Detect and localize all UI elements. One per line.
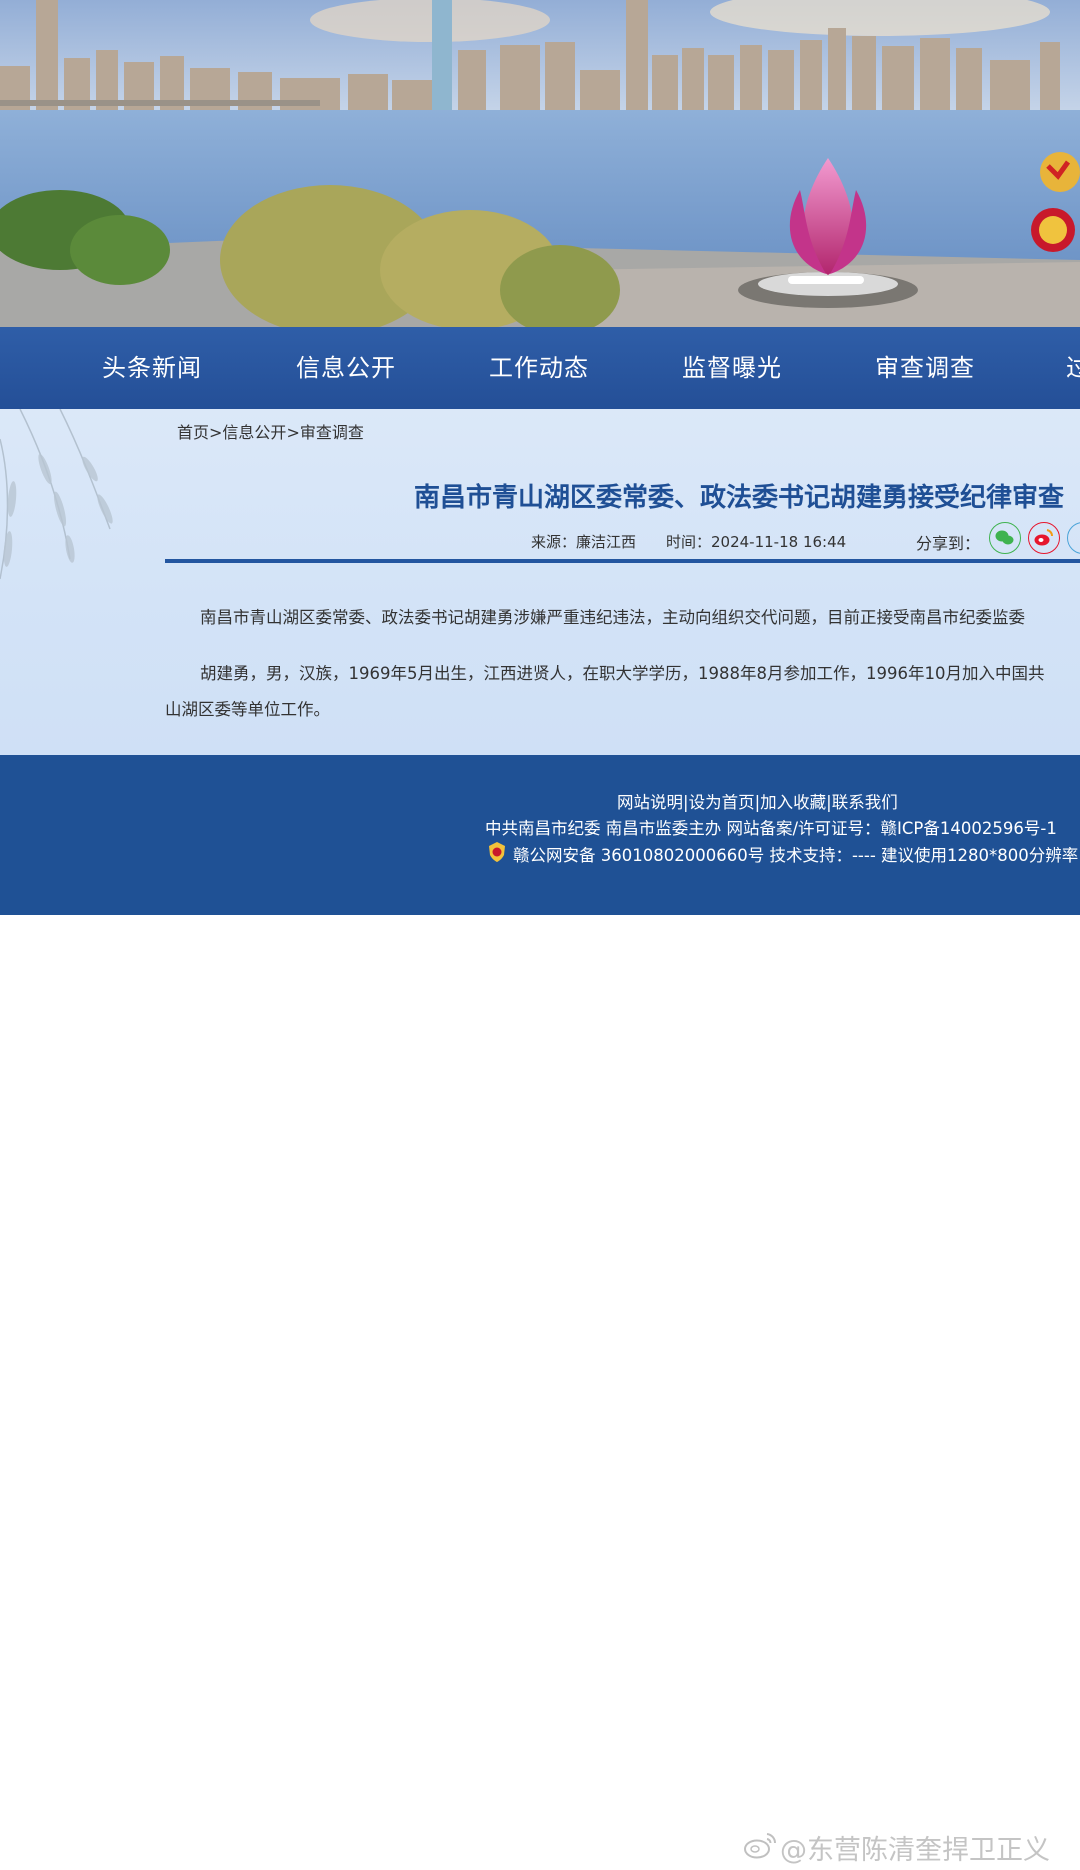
breadcrumb-section[interactable]: 信息公开 (222, 423, 286, 442)
article-area: 首页>信息公开>审查调查 南昌市青山湖区委常委、政法委书记胡建勇接受纪律审查 来… (0, 409, 1080, 755)
footer-public-security-record: 赣公网安备 36010802000660号 技术支持：---- 建议使用1280… (513, 846, 1079, 865)
breadcrumb-separator: > (286, 423, 300, 442)
title-divider (165, 559, 1080, 563)
article-source: 来源：廉洁江西 (531, 533, 637, 551)
share-label: 分享到： (916, 534, 981, 553)
nav-item-truncated[interactable]: 过 (1066, 327, 1080, 409)
article-paragraph-1: 南昌市青山湖区委常委、政法委书记胡建勇涉嫌严重违纪违法，主动向组织交代问题，目前… (200, 608, 1025, 627)
nav-item-supervision-exposure[interactable]: 监督曝光 (682, 327, 782, 409)
breadcrumb: 首页>信息公开>审查调查 (177, 419, 364, 443)
footer-sponsor-icp: 中共南昌市纪委 南昌市监委主办 网站备案/许可证号：赣ICP备14002596号… (485, 819, 1057, 838)
nav-item-info-disclosure[interactable]: 信息公开 (296, 327, 396, 409)
banner-cityscape-image (0, 0, 1080, 327)
wechat-icon[interactable] (989, 522, 1021, 554)
footer-link-add-favorite[interactable]: 加入收藏 (760, 793, 826, 812)
main-nav: 头条新闻 信息公开 工作动态 监督曝光 审查调查 过 (0, 327, 1080, 409)
nav-item-work-news[interactable]: 工作动态 (489, 327, 589, 409)
footer-link-site-info[interactable]: 网站说明 (617, 793, 683, 812)
footer-links: 网站说明|设为首页|加入收藏|联系我们 (617, 789, 898, 813)
watermark-text: @东营陈清奎捍卫正义 (780, 1835, 1050, 1866)
footer-link-contact-us[interactable]: 联系我们 (832, 793, 898, 812)
breadcrumb-current[interactable]: 审查调查 (300, 423, 364, 442)
willow-decoration (0, 409, 113, 580)
article-paragraph-2-continued: 山湖区委等单位工作。 (165, 700, 330, 719)
breadcrumb-home[interactable]: 首页 (177, 423, 209, 442)
footer-link-set-homepage[interactable]: 设为首页 (689, 793, 755, 812)
nav-item-headline-news[interactable]: 头条新闻 (102, 327, 202, 409)
share-more-icon[interactable] (1067, 522, 1080, 554)
article-paragraph-2: 胡建勇，男，汉族，1969年5月出生，江西进贤人，在职大学学历，1988年8月参… (200, 664, 1045, 683)
site-footer: 网站说明|设为首页|加入收藏|联系我们 中共南昌市纪委 南昌市监委主办 网站备案… (0, 755, 1080, 915)
article-time: 时间：2024-11-18 16:44 (666, 533, 847, 551)
breadcrumb-separator: > (209, 423, 223, 442)
weibo-icon[interactable] (1028, 522, 1060, 554)
header-banner (0, 0, 1080, 327)
nav-item-review-investigation[interactable]: 审查调查 (875, 327, 975, 409)
police-badge-icon (489, 842, 505, 862)
article-title: 南昌市青山湖区委常委、政法委书记胡建勇接受纪律审查 (414, 483, 1065, 513)
weibo-logo-icon (744, 1833, 777, 1859)
